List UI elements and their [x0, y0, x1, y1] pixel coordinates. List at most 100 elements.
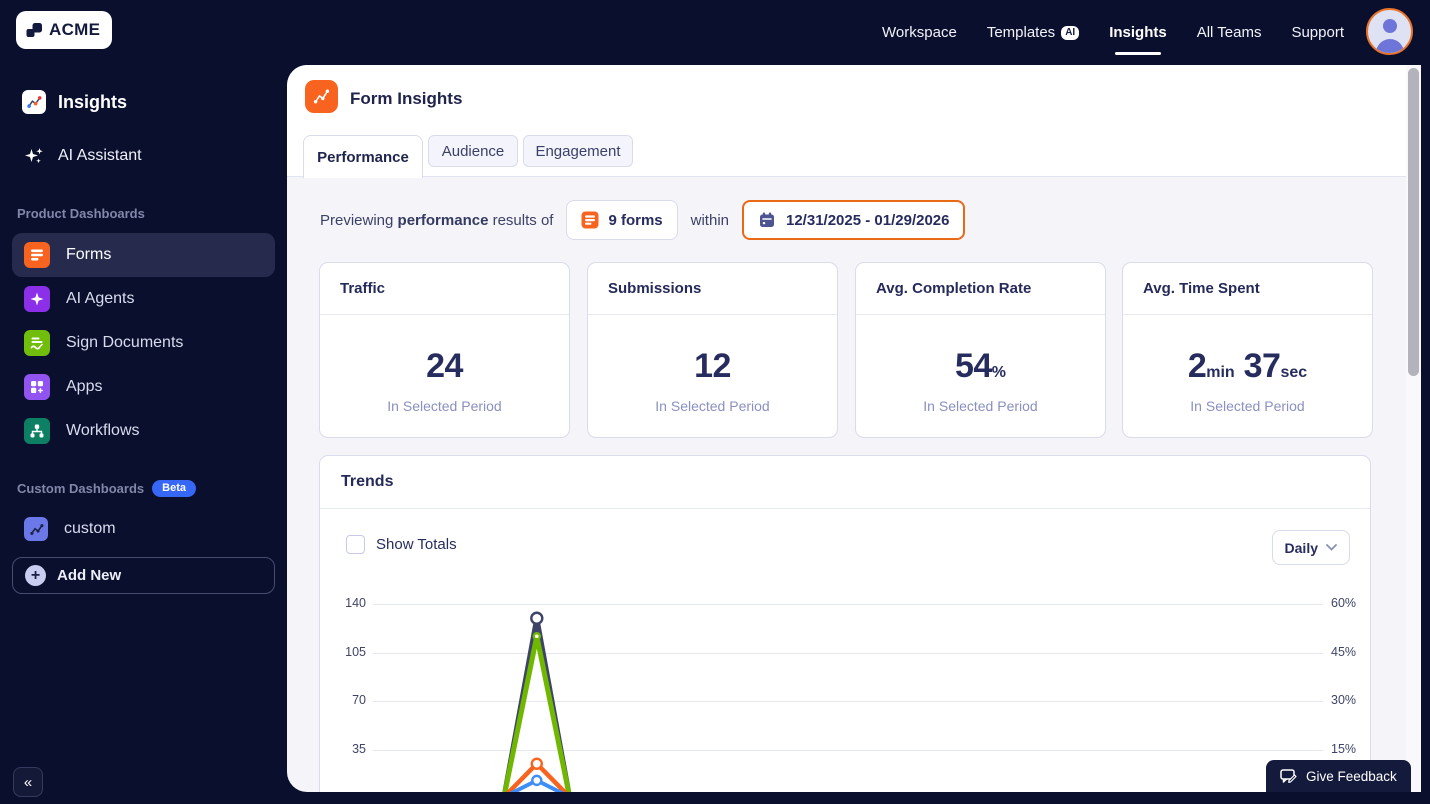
plus-icon: +: [25, 565, 46, 586]
form-insights-icon: [305, 80, 338, 113]
apps-icon: [24, 374, 50, 400]
page-title: Form Insights: [350, 89, 462, 109]
stat-title: Avg. Time Spent: [1123, 263, 1372, 315]
sparkles-icon: [22, 145, 46, 167]
gridline: [373, 750, 1323, 751]
stat-value: 12: [694, 348, 731, 391]
y-axis-left-tick: 35: [328, 742, 366, 756]
top-bar: ACME Workspace TemplatesAI Insights All …: [0, 0, 1430, 65]
nav-all-teams[interactable]: All Teams: [1197, 24, 1262, 41]
product-dashboards-list: Forms AI Agents Sign Documents Apps Work…: [12, 233, 275, 453]
sidebar-title: Insights: [58, 92, 127, 113]
product-dashboards-label: Product Dashboards: [17, 206, 145, 221]
stat-card-completion-rate: Avg. Completion Rate 54% In Selected Per…: [855, 262, 1106, 438]
tab-performance[interactable]: Performance: [303, 135, 423, 178]
custom-dashboards-label: Custom Dashboards Beta: [17, 480, 196, 497]
sidebar-item-label: AI Agents: [66, 290, 135, 308]
beta-badge: Beta: [152, 480, 196, 497]
trends-chart: [373, 595, 1323, 792]
sidebar-item-label: Sign Documents: [66, 334, 183, 352]
stat-subtitle: In Selected Period: [655, 398, 769, 414]
acme-logo[interactable]: ACME: [16, 11, 112, 49]
acme-logo-icon: [25, 21, 44, 40]
y-axis-right-tick: 60%: [1331, 596, 1356, 610]
show-totals-toggle[interactable]: Show Totals: [346, 535, 457, 554]
y-axis-left-tick: 140: [328, 596, 366, 610]
y-axis-right-tick: 15%: [1331, 742, 1356, 756]
y-axis-left-tick: 70: [328, 693, 366, 707]
insights-logo-icon: [22, 90, 46, 114]
stat-card-time-spent: Avg. Time Spent 2min 37sec In Selected P…: [1122, 262, 1373, 438]
sidebar-item-apps[interactable]: Apps: [12, 365, 275, 409]
add-new-label: Add New: [57, 567, 121, 584]
nav-templates[interactable]: TemplatesAI: [987, 24, 1079, 41]
chevron-down-icon: [1326, 544, 1337, 551]
trends-card: Trends Show Totals Daily 140 105 70 35 6…: [319, 455, 1371, 792]
stat-value: 2min 37sec: [1188, 348, 1307, 391]
gridline: [373, 653, 1323, 654]
stat-subtitle: In Selected Period: [1190, 398, 1304, 414]
gridline: [373, 701, 1323, 702]
y-axis-right-tick: 45%: [1331, 645, 1356, 659]
stat-value: 24: [426, 348, 463, 391]
nav-insights[interactable]: Insights: [1109, 24, 1167, 41]
show-totals-checkbox[interactable]: [346, 535, 365, 554]
user-avatar[interactable]: [1366, 8, 1413, 55]
sidebar-item-ai-agents[interactable]: AI Agents: [12, 277, 275, 321]
sidebar-item-label: Workflows: [66, 422, 140, 440]
add-new-button[interactable]: + Add New: [12, 557, 275, 594]
top-navigation: Workspace TemplatesAI Insights All Teams…: [882, 0, 1344, 65]
stat-card-submissions: Submissions 12 In Selected Period: [587, 262, 838, 438]
logo-text: ACME: [49, 20, 100, 40]
sidebar-item-ai-assistant[interactable]: AI Assistant: [22, 145, 142, 167]
date-range-value: 12/31/2025 - 01/29/2026: [786, 212, 949, 229]
y-axis-right-tick: 30%: [1331, 693, 1356, 707]
trends-title: Trends: [320, 456, 1370, 509]
stat-subtitle: In Selected Period: [923, 398, 1037, 414]
sidebar-item-label: Apps: [66, 378, 102, 396]
gridline: [373, 604, 1323, 605]
date-range-picker[interactable]: 12/31/2025 - 01/29/2026: [742, 200, 965, 240]
forms-selector-value: 9 forms: [608, 212, 662, 229]
sidebar-item-workflows[interactable]: Workflows: [12, 409, 275, 453]
form-icon: [581, 211, 599, 229]
person-icon: [1369, 11, 1411, 53]
sidebar-insights-header[interactable]: Insights: [22, 90, 127, 114]
sidebar-collapse-button[interactable]: «: [13, 767, 43, 797]
ai-agents-icon: [24, 286, 50, 312]
stat-value: 54%: [955, 348, 1006, 391]
workflows-icon: [24, 418, 50, 444]
sidebar-item-forms[interactable]: Forms: [12, 233, 275, 277]
chevron-double-left-icon: «: [24, 774, 32, 791]
feedback-comment-edit-icon: [1280, 769, 1297, 784]
interval-select[interactable]: Daily: [1272, 530, 1350, 565]
templates-ai-badge: AI: [1061, 26, 1079, 40]
scrollbar-track[interactable]: [1406, 65, 1421, 792]
stat-title: Submissions: [588, 263, 837, 315]
sidebar: Insights AI Assistant Product Dashboards…: [0, 65, 287, 804]
sidebar-item-sign-documents[interactable]: Sign Documents: [12, 321, 275, 365]
sidebar-item-custom[interactable]: custom: [12, 507, 275, 551]
feedback-label: Give Feedback: [1306, 769, 1397, 784]
filter-row: Previewing performance results of 9 form…: [320, 200, 965, 240]
tab-engagement[interactable]: Engagement: [523, 135, 633, 167]
sidebar-item-label: Forms: [66, 246, 111, 264]
nav-support[interactable]: Support: [1291, 24, 1344, 41]
give-feedback-button[interactable]: Give Feedback: [1266, 760, 1411, 792]
tab-audience[interactable]: Audience: [428, 135, 518, 167]
stat-title: Traffic: [320, 263, 569, 315]
sidebar-item-label: custom: [64, 520, 116, 538]
nav-workspace[interactable]: Workspace: [882, 24, 957, 41]
stat-title: Avg. Completion Rate: [856, 263, 1105, 315]
main-panel: Form Insights Performance Audience Engag…: [287, 65, 1421, 792]
forms-selector-button[interactable]: 9 forms: [566, 200, 677, 240]
scrollbar-thumb[interactable]: [1408, 68, 1419, 376]
sign-documents-icon: [24, 330, 50, 356]
sidebar-item-label: AI Assistant: [58, 147, 142, 165]
y-axis-left-tick: 105: [328, 645, 366, 659]
page-header: Form Insights Performance Audience Engag…: [287, 65, 1421, 177]
stat-card-traffic: Traffic 24 In Selected Period: [319, 262, 570, 438]
filter-description: Previewing performance results of: [320, 212, 553, 229]
calendar-icon: [758, 211, 776, 229]
custom-dashboard-icon: [24, 517, 48, 541]
